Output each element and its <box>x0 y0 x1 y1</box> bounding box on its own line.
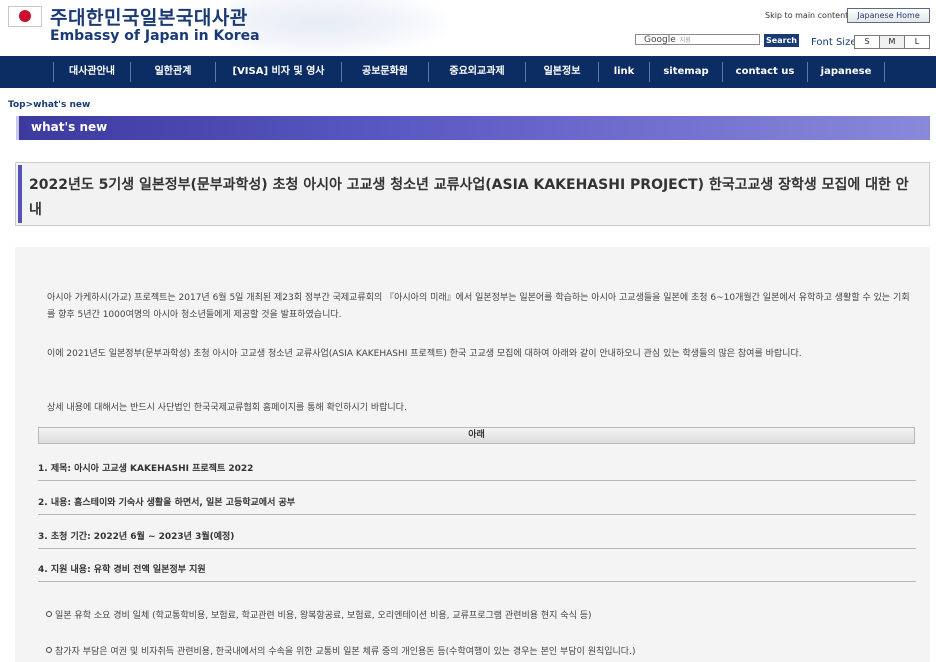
breadcrumb: Top>what's new <box>8 100 90 110</box>
article-paragraph: 상세 내용에 대해서는 반드시 사단법인 한국국제교류협회 홈페이지를 통해 확… <box>47 403 407 413</box>
main-nav: 대사관안내 일한관계 [VISA] 비자 및 영사 공보문화원 중요외교과제 일… <box>0 56 936 88</box>
article-title: 2022년도 5기생 일본정부(문부과학성) 초청 아시아 고교생 청소년 교류… <box>29 177 909 218</box>
font-size-label: Font Size <box>811 37 857 48</box>
search-input-sublabel: 지원 <box>679 37 691 44</box>
font-size-small-button[interactable]: S <box>854 35 880 49</box>
nav-divider <box>884 62 885 82</box>
nav-item-culture-center[interactable]: 공보문화원 <box>342 56 428 88</box>
article-paragraph: 아시아 가케하시(가교) 프로젝트는 2017년 6월 5일 개최된 제23회 … <box>47 293 910 320</box>
list-item: 2. 내용: 홈스테이와 기숙사 생활을 하면서, 일본 고등학교에서 공부 <box>38 496 916 515</box>
skip-to-main-link[interactable]: Skip to main content <box>765 11 848 20</box>
japan-flag-icon <box>8 6 42 27</box>
sub-list-item: 일본 유학 소요 경비 일체 (학교통학비용, 보험료, 학교관련 비용, 왕복… <box>46 608 916 621</box>
title-accent-bar <box>18 165 22 223</box>
sub-list-item: 참가자 부담은 여권 및 비자취득 관련비용, 한국내에서의 수속을 위한 교통… <box>46 644 916 657</box>
site-title-korean[interactable]: 주대한민국일본국대사관 <box>50 3 248 30</box>
nav-item-japan-info[interactable]: 일본정보 <box>526 56 598 88</box>
nav-item-contact-us[interactable]: contact us <box>723 56 807 88</box>
search-input[interactable]: Google 지원 <box>635 34 760 45</box>
japanese-home-button[interactable]: Japanese Home <box>847 8 930 23</box>
article-title-box: 2022년도 5기생 일본정부(문부과학성) 초청 아시아 고교생 청소년 교류… <box>15 162 930 226</box>
nav-item-japanese[interactable]: japanese <box>808 56 884 88</box>
nav-item-link[interactable]: link <box>599 56 649 88</box>
sub-list-item-text: 참가자 부담은 여권 및 비자취득 관련비용, 한국내에서의 수속을 위한 교통… <box>55 647 636 657</box>
breadcrumb-top-link[interactable]: Top <box>8 100 26 110</box>
bullet-circle-icon <box>46 611 52 617</box>
list-item: 3. 초청 기간: 2022년 6월 ~ 2023년 3월(예정) <box>38 530 916 549</box>
list-item: 4. 지원 내용: 유학 경비 전액 일본정부 지원 <box>38 563 916 582</box>
font-size-large-button[interactable]: L <box>904 35 930 49</box>
world-map-graphic <box>230 0 450 56</box>
breadcrumb-current: what's new <box>33 100 91 110</box>
nav-item-japan-korea-relations[interactable]: 일한관계 <box>131 56 215 88</box>
google-logo: Google <box>644 35 676 45</box>
notice-heading: 아래 <box>38 427 915 444</box>
bullet-circle-icon <box>46 647 52 653</box>
font-size-medium-button[interactable]: M <box>879 35 905 49</box>
nav-item-visa-consular[interactable]: [VISA] 비자 및 영사 <box>216 56 341 88</box>
search-button[interactable]: Search <box>764 34 799 47</box>
section-title: what's new <box>31 120 108 134</box>
nav-item-diplomatic-issues[interactable]: 중요외교과제 <box>429 56 525 88</box>
site-title-english[interactable]: Embassy of Japan in Korea <box>50 28 260 44</box>
article-body: 아시아 가케하시(가교) 프로젝트는 2017년 6월 5일 개최된 제23회 … <box>15 247 930 662</box>
nav-item-embassy-info[interactable]: 대사관안내 <box>54 56 130 88</box>
list-item: 1. 제목: 아시아 고교생 KAKEHASHI 프로젝트 2022 <box>38 462 916 481</box>
nav-item-sitemap[interactable]: sitemap <box>650 56 722 88</box>
article-paragraph: 이에 2021년도 일본정부(문부과학성) 초청 아시아 고교생 청소년 교류사… <box>47 349 802 359</box>
sub-list-item-text: 일본 유학 소요 경비 일체 (학교통학비용, 보험료, 학교관련 비용, 왕복… <box>55 611 592 621</box>
site-header: 주대한민국일본국대사관 Embassy of Japan in Korea Sk… <box>0 0 936 56</box>
breadcrumb-separator: > <box>25 100 34 110</box>
section-header: what's new <box>16 116 930 140</box>
